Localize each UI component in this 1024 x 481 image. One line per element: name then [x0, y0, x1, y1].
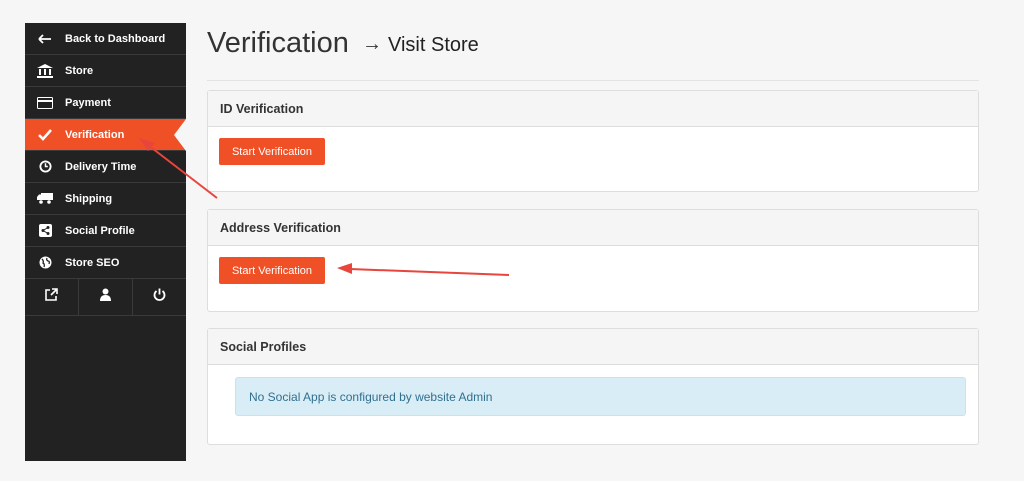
- info-alert: No Social App is configured by website A…: [235, 377, 966, 416]
- sidebar: Back to Dashboard Store Payment Verifica…: [25, 23, 186, 461]
- globe-icon: [25, 256, 65, 269]
- arrow-right-icon: →: [362, 33, 382, 55]
- page-title: Verification: [207, 27, 349, 59]
- sidebar-item-store[interactable]: Store: [25, 55, 186, 87]
- sidebar-item-label: Back to Dashboard: [65, 32, 166, 45]
- address-verification-panel: Address Verification Start Verification: [207, 209, 979, 312]
- start-id-verification-button[interactable]: Start Verification: [219, 138, 325, 165]
- user-icon: [100, 288, 111, 306]
- panel-title: Social Profiles: [208, 329, 978, 365]
- external-link-icon: [45, 288, 58, 306]
- sidebar-item-delivery-time[interactable]: Delivery Time: [25, 151, 186, 183]
- arrow-left-icon: [25, 33, 65, 44]
- page-header: Verification → Visit Store: [207, 24, 979, 81]
- sidebar-footer: [25, 279, 186, 316]
- profile-link[interactable]: [79, 279, 133, 315]
- truck-icon: [25, 193, 65, 204]
- sidebar-item-label: Social Profile: [65, 224, 135, 237]
- check-icon: [25, 128, 65, 141]
- start-address-verification-button[interactable]: Start Verification: [219, 257, 325, 284]
- sidebar-item-label: Payment: [65, 96, 111, 109]
- sidebar-item-label: Store SEO: [65, 256, 120, 269]
- sidebar-item-label: Verification: [65, 128, 125, 141]
- sidebar-item-label: Delivery Time: [65, 160, 137, 173]
- visit-store-title-link[interactable]: Visit Store: [388, 34, 479, 57]
- bank-icon: [25, 63, 65, 78]
- social-profiles-panel: Social Profiles No Social App is configu…: [207, 328, 979, 445]
- logout-link[interactable]: [133, 279, 186, 315]
- sidebar-item-payment[interactable]: Payment: [25, 87, 186, 119]
- sidebar-item-shipping[interactable]: Shipping: [25, 183, 186, 215]
- sidebar-item-verification[interactable]: Verification: [25, 119, 186, 151]
- sidebar-item-store-seo[interactable]: Store SEO: [25, 247, 186, 279]
- panel-title: ID Verification: [208, 91, 978, 127]
- panel-title: Address Verification: [208, 210, 978, 246]
- sidebar-item-label: Shipping: [65, 192, 113, 205]
- power-icon: [153, 288, 166, 306]
- sidebar-item-label: Store: [65, 64, 94, 77]
- credit-card-icon: [25, 96, 65, 109]
- share-icon: [25, 224, 65, 237]
- sidebar-item-back-to-dashboard[interactable]: Back to Dashboard: [25, 23, 186, 55]
- id-verification-panel: ID Verification Start Verification: [207, 90, 979, 192]
- clock-icon: [25, 160, 65, 173]
- sidebar-item-social-profile[interactable]: Social Profile: [25, 215, 186, 247]
- visit-store-link[interactable]: [25, 279, 79, 315]
- active-indicator: [174, 119, 186, 151]
